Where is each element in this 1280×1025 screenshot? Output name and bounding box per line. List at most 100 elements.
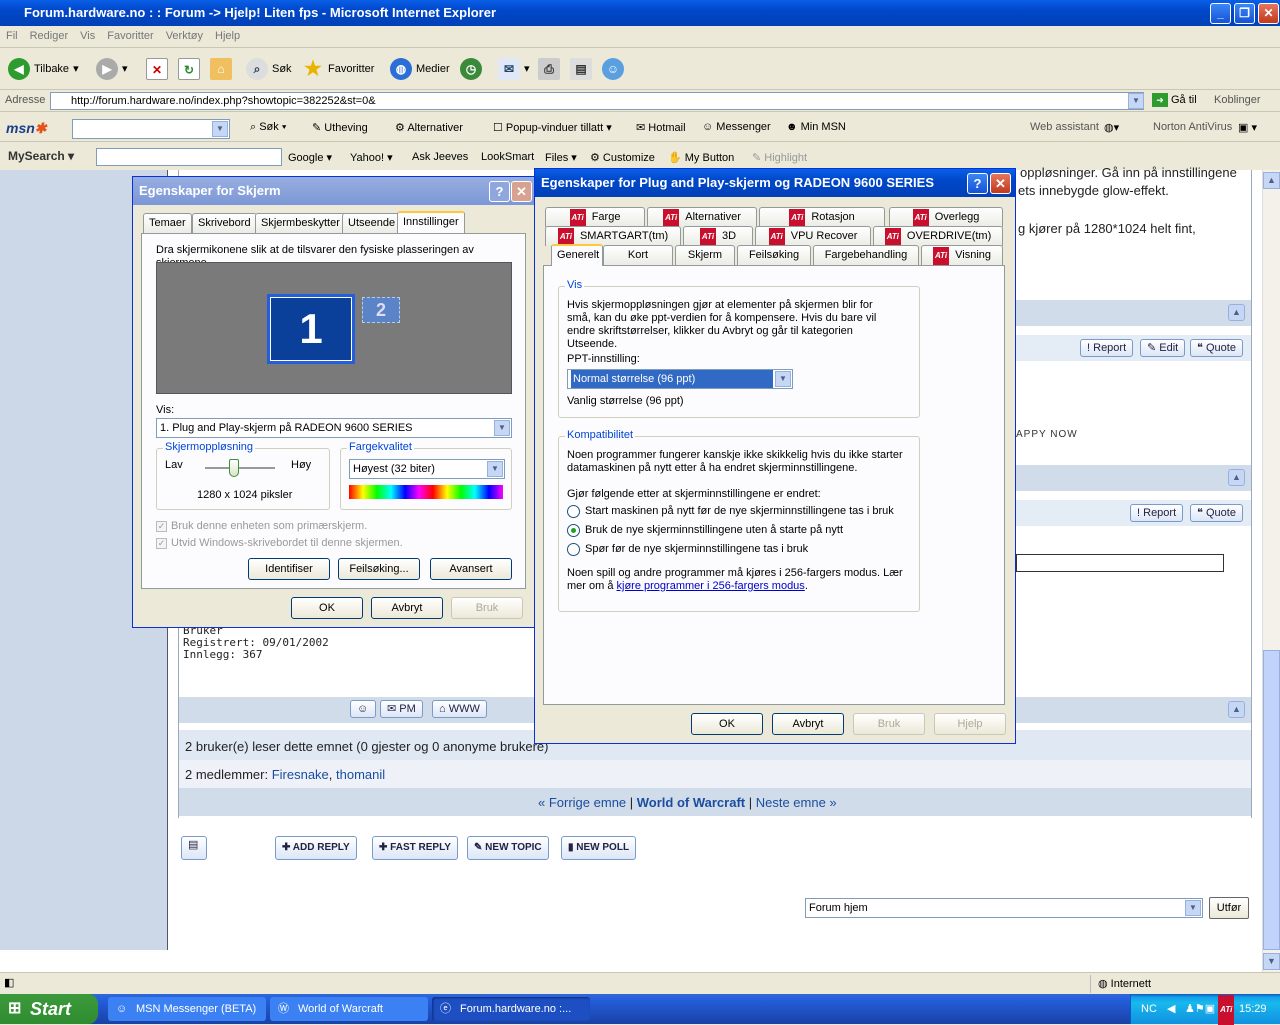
hotmail-button[interactable]: ✉ Hotmail — [636, 121, 686, 134]
minimize-button[interactable]: _ — [1210, 3, 1231, 24]
tab-overdrive[interactable]: ATi OVERDRIVE(tm) — [873, 226, 1003, 246]
tab-appearance[interactable]: Utseende — [342, 213, 402, 233]
media-button[interactable]: ◍ Medier — [390, 56, 450, 82]
advanced-button[interactable]: Avansert — [430, 558, 512, 580]
msn-search-button[interactable]: ⌕ Søk ▾ — [250, 121, 286, 134]
language-indicator[interactable]: NC — [1141, 994, 1157, 1024]
address-dropdown-icon[interactable]: ▼ — [1128, 93, 1144, 109]
quote-button[interactable]: ❝ Quote — [1190, 504, 1243, 522]
report-button[interactable]: ! Report — [1080, 339, 1134, 357]
ati-tray-icon[interactable]: ATi — [1218, 995, 1235, 1025]
menu-tools[interactable]: Verktøy — [160, 26, 209, 46]
taskbar-internet-explorer[interactable]: ⓔ Forum.hardware.no :... — [432, 997, 590, 1021]
messenger-button[interactable]: ☺ — [602, 56, 624, 82]
google-button[interactable]: Google ▾ — [288, 151, 332, 164]
forward-button[interactable]: ▶ ▾ — [96, 56, 128, 82]
tab-displays[interactable]: ATi Visning — [921, 245, 1003, 265]
taskbar-world-of-warcraft[interactable]: Ⓦ World of Warcraft — [270, 997, 428, 1021]
troubleshoot-button[interactable]: Feilsøking... — [338, 558, 420, 580]
customize-button[interactable]: ⚙ Customize — [590, 151, 655, 164]
my-msn-button[interactable]: ☻ Min MSN — [786, 121, 846, 133]
tab-troubleshoot[interactable]: Feilsøking — [737, 245, 811, 265]
cancel-button[interactable]: Avbryt — [772, 713, 844, 735]
scroll-thumb[interactable] — [1263, 650, 1280, 950]
tab-vpu-recover[interactable]: ATi VPU Recover — [755, 226, 871, 246]
tab-overlay[interactable]: ATi Overlegg — [889, 207, 1003, 227]
start-button[interactable]: ⊞ Start — [0, 994, 98, 1024]
options-icon[interactable]: ▤ — [181, 836, 207, 860]
tab-general[interactable]: Generelt — [551, 244, 603, 266]
color-quality-select[interactable]: Høyest (32 biter) ▼ — [349, 459, 505, 479]
stop-button[interactable]: ✕ — [146, 56, 168, 82]
ok-button[interactable]: OK — [291, 597, 363, 619]
primary-checkbox-row[interactable]: ✓ Bruk denne enheten som primærskjerm. — [156, 520, 367, 533]
mysearch-logo[interactable]: MySearch ▾ — [8, 149, 74, 163]
search-button[interactable]: ⌕ Søk — [246, 56, 292, 82]
quote-button[interactable]: ❝ Quote — [1190, 339, 1243, 357]
ask-jeeves-button[interactable]: Ask Jeeves — [412, 151, 468, 163]
tab-settings[interactable]: Innstillinger — [397, 211, 465, 233]
tab-smartgart[interactable]: ATi SMARTGART(tm) — [545, 226, 681, 246]
jump-go-button[interactable]: Utfør — [1209, 897, 1249, 919]
highlight-button[interactable]: ✎ Highlight — [752, 151, 807, 164]
back-button[interactable]: ◀ Tilbake ▾ — [8, 56, 79, 82]
edit-button[interactable]: ▤ — [570, 56, 592, 82]
msn-options-button[interactable]: ⚙ Alternativer — [395, 121, 463, 134]
links-button[interactable]: Koblinger — [1214, 94, 1260, 106]
new-topic-button[interactable]: ✎ NEW TOPIC — [467, 836, 549, 860]
files-button[interactable]: Files ▾ — [545, 151, 577, 164]
help-icon[interactable]: ? — [967, 173, 988, 194]
prev-topic-link[interactable]: « Forrige emne — [538, 795, 626, 810]
scroll-top-icon[interactable]: ▲ — [1228, 701, 1245, 718]
address-input[interactable]: http://forum.hardware.no/index.php?showt… — [50, 92, 1144, 110]
forum-link[interactable]: World of Warcraft — [637, 795, 745, 810]
page-scrollbar[interactable]: ▲ ▼ — [1262, 170, 1280, 972]
my-button[interactable]: ✋ My Button — [668, 151, 734, 164]
new-poll-button[interactable]: ▮ NEW POLL — [561, 836, 637, 860]
monitor-1[interactable]: 1 — [265, 292, 357, 366]
tab-alternatives[interactable]: ATi Alternativer — [647, 207, 757, 227]
tab-color-management[interactable]: Fargebehandling — [813, 245, 919, 265]
home-button[interactable]: ⌂ — [210, 56, 232, 82]
mail-button[interactable]: ✉ ▾ — [498, 56, 530, 82]
help-button[interactable]: Hjelp — [934, 713, 1006, 735]
clock[interactable]: 15:29 — [1239, 994, 1267, 1024]
profile-icon[interactable]: ☺ — [350, 700, 376, 718]
radio-ask-label[interactable]: Spør før de nye skjerminnstillingene tas… — [585, 543, 808, 556]
tab-screensaver[interactable]: Skjermbeskytter — [255, 213, 346, 233]
web-assistant[interactable]: Web assistant — [1030, 121, 1099, 133]
menu-edit[interactable]: Rediger — [24, 26, 75, 46]
checkbox-checked-icon[interactable]: ✓ — [156, 521, 167, 532]
msn-search-input[interactable]: ▼ — [72, 119, 230, 139]
tab-color[interactable]: ATi Farge — [545, 207, 645, 227]
mysearch-input[interactable] — [96, 148, 282, 166]
norton-antivirus[interactable]: Norton AntiVirus — [1153, 121, 1232, 133]
help-icon[interactable]: ? — [489, 181, 510, 202]
menu-view[interactable]: Vis — [74, 26, 101, 46]
messenger-link[interactable]: ☺ Messenger — [702, 121, 771, 133]
www-button[interactable]: ⌂ WWW — [432, 700, 487, 718]
extend-checkbox-row[interactable]: ✓ Utvid Windows-skrivebordet til denne sk… — [156, 537, 403, 550]
apply-button[interactable]: Bruk — [853, 713, 925, 735]
msn-highlight-button[interactable]: ✎ Utheving — [312, 121, 368, 134]
radio-restart-label[interactable]: Start maskinen på nytt før de nye skjerm… — [585, 505, 894, 518]
edit-post-button[interactable]: ✎ Edit — [1140, 339, 1186, 357]
tab-themes[interactable]: Temaer — [143, 213, 192, 233]
looksmart-button[interactable]: LookSmart — [481, 151, 534, 163]
pm-button[interactable]: ✉ PM — [380, 700, 423, 718]
cancel-button[interactable]: Avbryt — [371, 597, 443, 619]
ok-button[interactable]: OK — [691, 713, 763, 735]
tray-icons[interactable]: ♟⚑▣ ATi — [1185, 994, 1240, 1025]
menu-favorites[interactable]: Favoritter — [101, 26, 159, 46]
scroll-up-icon[interactable]: ▲ — [1263, 172, 1280, 189]
scroll-top-icon[interactable]: ▲ — [1228, 469, 1245, 486]
member-link[interactable]: thomanil — [336, 767, 385, 782]
radio-ask[interactable] — [567, 543, 580, 556]
close-button[interactable]: ✕ — [1258, 3, 1279, 24]
maximize-button[interactable]: ❐ — [1234, 3, 1255, 24]
radio-apply-label[interactable]: Bruk de nye skjerminnstillingene uten å … — [585, 524, 843, 537]
tab-monitor[interactable]: Skjerm — [675, 245, 735, 265]
favorites-button[interactable]: ★ Favoritter — [302, 56, 374, 82]
close-icon[interactable]: ✕ — [511, 181, 532, 202]
radio-apply-without-restart[interactable] — [567, 524, 580, 537]
